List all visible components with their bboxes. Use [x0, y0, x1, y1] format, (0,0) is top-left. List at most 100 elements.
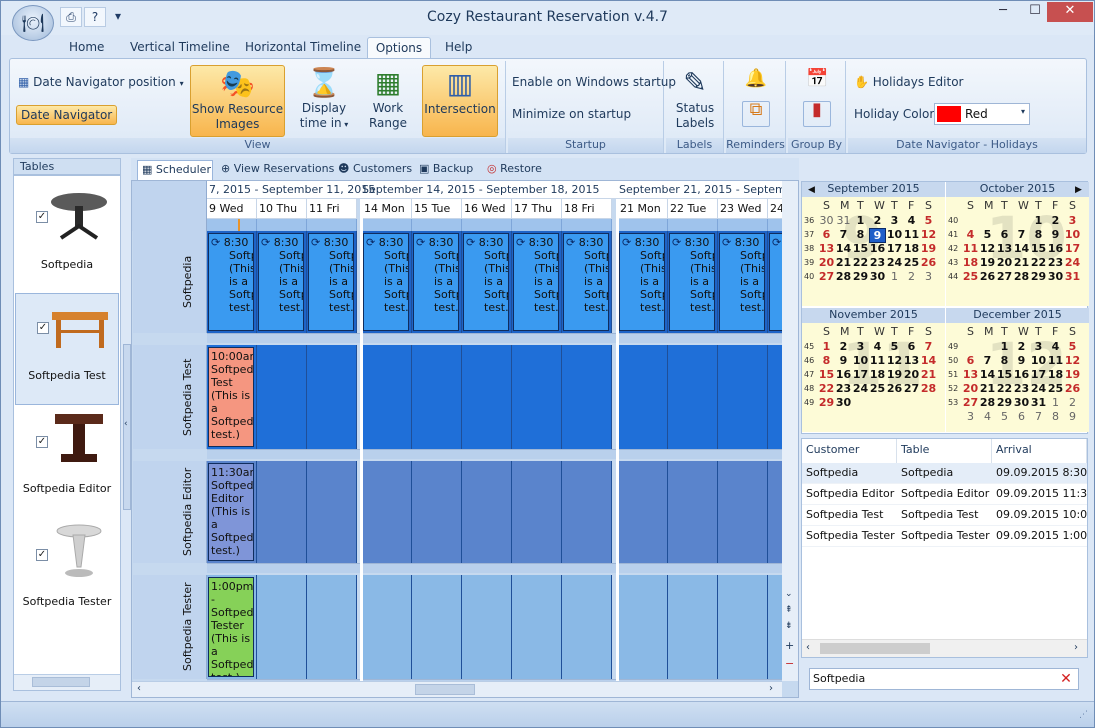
- calendar-day[interactable]: 22: [1030, 256, 1047, 269]
- calendar-day[interactable]: 14: [835, 242, 852, 255]
- recurring-appointment[interactable]: ⟳ 8:30Softpedia(Thisis aSoftpediatest.: [413, 233, 459, 331]
- calendar-day[interactable]: 20: [818, 256, 835, 269]
- scroll-left-icon[interactable]: ‹: [806, 642, 810, 653]
- day-header[interactable]: 16 Wed: [462, 199, 512, 219]
- calendar-day[interactable]: 27: [818, 270, 835, 283]
- calendar-day[interactable]: 27: [996, 270, 1013, 283]
- calendar-day[interactable]: 2: [1013, 340, 1030, 353]
- calendar-day[interactable]: 15: [852, 242, 869, 255]
- calendar-day[interactable]: 30: [835, 396, 852, 409]
- calendar-day[interactable]: 25: [1047, 382, 1064, 395]
- calendar-day[interactable]: 1: [818, 340, 835, 353]
- time-cell[interactable]: [412, 575, 462, 679]
- calendar-day[interactable]: 4: [962, 228, 979, 241]
- calendar-day[interactable]: 4: [869, 340, 886, 353]
- time-cell[interactable]: [362, 461, 412, 563]
- calendar-small-icon[interactable]: 📅: [806, 70, 828, 88]
- time-cell[interactable]: [668, 461, 718, 563]
- day-header[interactable]: 9 Wed: [207, 199, 257, 219]
- grid-cell[interactable]: Softpedia Editor: [802, 484, 897, 505]
- grid-horizontal-scrollbar[interactable]: ‹ ›: [802, 639, 1087, 657]
- calendar-day[interactable]: 29: [996, 396, 1013, 409]
- calendar-day[interactable]: 3: [852, 340, 869, 353]
- calendar-day[interactable]: 15: [818, 368, 835, 381]
- time-cell[interactable]: [562, 575, 612, 679]
- calendar-day[interactable]: 12: [979, 242, 996, 255]
- time-cell[interactable]: [257, 575, 307, 679]
- calendar-day[interactable]: 17: [886, 242, 903, 255]
- calendar-day[interactable]: 6: [962, 354, 979, 367]
- calendar-day[interactable]: 17: [1064, 242, 1081, 255]
- tab-options[interactable]: Options: [367, 37, 431, 59]
- calendar-day[interactable]: 21: [920, 368, 937, 381]
- time-cell[interactable]: [362, 575, 412, 679]
- reminder-window-icon[interactable]: ⧉: [742, 101, 770, 127]
- minimize-button[interactable]: ─: [987, 2, 1019, 22]
- calendar-day[interactable]: 6: [903, 340, 920, 353]
- resize-grip-icon[interactable]: ⋰: [1079, 710, 1088, 720]
- status-labels-button[interactable]: ✎ Status Labels: [668, 65, 722, 135]
- recurring-appointment[interactable]: ⟳ 8:30Softpedia(Thisis aSoftpediatest.: [563, 233, 609, 331]
- recurring-appointment[interactable]: ⟳ 8:30Softpedia(Thisis aSoftpediatest.: [513, 233, 559, 331]
- calendar-day[interactable]: 16: [835, 368, 852, 381]
- calendar-day[interactable]: 13: [996, 242, 1013, 255]
- calendar-day[interactable]: 26: [920, 256, 937, 269]
- tab-restore[interactable]: ◎ Restore: [483, 160, 542, 180]
- date-navigator-position-dropdown[interactable]: ▦ Date Navigator position ▾: [18, 75, 184, 89]
- calendar-day[interactable]: 1: [1047, 396, 1064, 409]
- calendar-day[interactable]: 16: [1047, 242, 1064, 255]
- tab-horizontal-timeline[interactable]: Horizontal Timeline: [241, 37, 365, 59]
- calendar-day[interactable]: 23: [1047, 256, 1064, 269]
- scroll-right-icon[interactable]: ›: [769, 683, 773, 694]
- resource-header[interactable]: Softpedia Test: [133, 345, 207, 449]
- zoom-out-icon[interactable]: −: [785, 657, 794, 670]
- calendar-day[interactable]: 22: [818, 382, 835, 395]
- prev-month-icon[interactable]: ◀: [808, 185, 815, 195]
- calendar-day[interactable]: 15: [996, 368, 1013, 381]
- time-cell[interactable]: [618, 345, 668, 449]
- scrollbar-thumb[interactable]: [415, 684, 475, 695]
- calendar-day[interactable]: 3: [1030, 340, 1047, 353]
- calendar-day[interactable]: 9: [835, 354, 852, 367]
- tables-horizontal-scrollbar[interactable]: [14, 674, 120, 690]
- calendar-day[interactable]: 22: [852, 256, 869, 269]
- day-header[interactable]: 18 Fri: [562, 199, 612, 219]
- calendar-day[interactable]: 3: [920, 270, 937, 283]
- tab-view-reservations[interactable]: ⊕ View Reservations: [217, 160, 334, 180]
- calendar-day[interactable]: 11: [1047, 354, 1064, 367]
- time-cell[interactable]: [562, 461, 612, 563]
- bell-icon[interactable]: 🔔: [744, 70, 768, 88]
- calendar-day[interactable]: 19: [979, 256, 996, 269]
- intersection-button[interactable]: ▥ Intersection: [422, 65, 498, 137]
- calendar-day[interactable]: 30: [869, 270, 886, 283]
- search-input[interactable]: Softpedia ✕: [809, 668, 1079, 690]
- grid-cell[interactable]: 09.09.2015 11:30: [992, 484, 1087, 505]
- month-header[interactable]: October 2015: [946, 182, 1089, 197]
- calendar-day[interactable]: 31: [1030, 396, 1047, 409]
- calendar-day[interactable]: 30: [818, 214, 835, 227]
- scroll-bottom-icon[interactable]: ⇟: [785, 621, 793, 631]
- table-item-softpedia-tester[interactable]: ✓ Softpedia Tester: [15, 519, 119, 631]
- calendar-day[interactable]: 6: [1013, 410, 1030, 423]
- calendar-day[interactable]: 2: [835, 340, 852, 353]
- calendar-day[interactable]: 4: [979, 410, 996, 423]
- calendar-day[interactable]: 1: [852, 214, 869, 227]
- column-header-arrival[interactable]: Arrival: [992, 439, 1087, 463]
- time-cell[interactable]: [257, 345, 307, 449]
- day-header[interactable]: 10 Thu: [257, 199, 307, 219]
- resource-header[interactable]: Softpedia Editor: [133, 461, 207, 563]
- zoom-in-icon[interactable]: +: [785, 639, 794, 652]
- calendar-day[interactable]: 14: [1013, 242, 1030, 255]
- calendar-day[interactable]: 17: [852, 368, 869, 381]
- calendar-day[interactable]: 29: [1030, 270, 1047, 283]
- calendar-day[interactable]: 27: [903, 382, 920, 395]
- calendar-day[interactable]: 1: [1030, 214, 1047, 227]
- scroll-top-icon[interactable]: ⇞: [785, 605, 793, 615]
- minimize-startup-button[interactable]: Minimize on startup: [512, 107, 631, 121]
- time-cell[interactable]: [462, 461, 512, 563]
- calendar-day[interactable]: 5: [979, 228, 996, 241]
- calendar-day[interactable]: 8: [852, 228, 869, 241]
- calendar-day[interactable]: 11: [962, 242, 979, 255]
- day-header[interactable]: 23 Wed: [718, 199, 768, 219]
- calendar-day[interactable]: 26: [1064, 382, 1081, 395]
